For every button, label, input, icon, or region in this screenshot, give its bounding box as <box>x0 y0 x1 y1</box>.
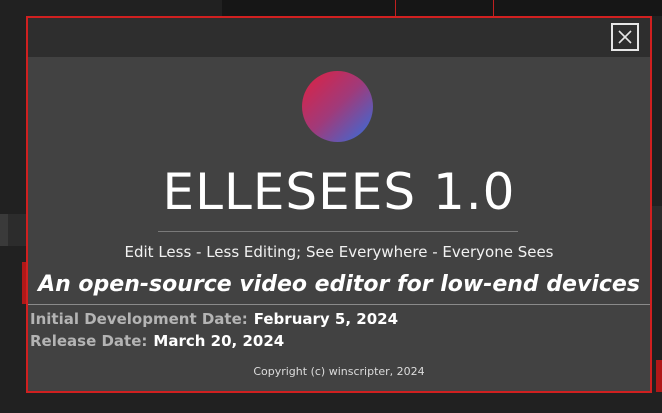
background-panel-left-accent <box>0 214 8 246</box>
app-title: ELLESEES 1.0 <box>162 163 516 221</box>
app-subtitle: An open-source video editor for low-end … <box>38 272 640 297</box>
background-toolbar-divider <box>493 0 494 16</box>
background-toolbar <box>222 0 662 16</box>
dialog-titlebar <box>28 18 650 57</box>
release-date-label: Release Date: <box>30 332 148 350</box>
background-selection-marker <box>656 360 662 392</box>
close-button[interactable] <box>611 23 639 51</box>
app-logo <box>302 71 373 142</box>
initial-development-row: Initial Development Date: February 5, 202… <box>30 309 398 329</box>
tagline: Edit Less - Less Editing; See Everywhere… <box>124 243 554 261</box>
release-date-value: March 20, 2024 <box>153 332 285 350</box>
about-dialog: ELLESEES 1.0 Edit Less - Less Editing; S… <box>26 16 652 393</box>
initial-development-label: Initial Development Date: <box>30 310 248 328</box>
title-rule <box>158 231 518 232</box>
release-date-row: Release Date: March 20, 2024 <box>30 331 284 351</box>
close-icon <box>618 30 632 44</box>
initial-development-value: February 5, 2024 <box>253 310 399 328</box>
section-divider <box>28 304 650 305</box>
background-toolbar-divider <box>395 0 396 16</box>
copyright-text: Copyright (c) winscripter, 2024 <box>253 365 425 378</box>
